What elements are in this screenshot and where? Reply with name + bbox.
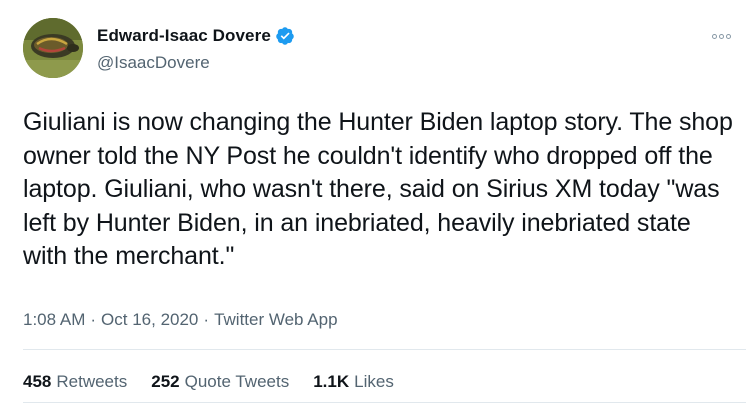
likes-label: Likes [354,372,394,391]
tweet-text: Giuliani is now changing the Hunter Bide… [23,108,733,270]
tweet-source[interactable]: Twitter Web App [214,310,337,330]
avatar[interactable] [23,18,83,78]
likes-count: 1.1K [313,372,350,391]
quote-tweets-stat[interactable]: 252 Quote Tweets [151,372,289,392]
tweet-date[interactable]: Oct 16, 2020 [101,310,198,330]
retweets-count: 458 [23,372,52,391]
divider [23,349,746,350]
meta-separator: · [90,310,97,329]
avatar-turtle-photo-icon [23,18,83,78]
retweets-label: Retweets [56,372,128,391]
retweets-stat[interactable]: 458 Retweets [23,372,127,392]
verified-badge-icon [275,26,295,46]
author-handle[interactable]: @IsaacDovere [97,53,210,73]
tweet-time[interactable]: 1:08 AM [23,310,85,330]
engagement-stats: 458 Retweets 252 Quote Tweets 1.1K Likes [23,372,418,392]
quote-tweets-count: 252 [151,372,180,391]
meta-separator: · [203,310,210,329]
quote-tweets-label: Quote Tweets [184,372,290,391]
more-options-icon[interactable] [709,28,733,44]
likes-stat[interactable]: 1.1K Likes [313,372,394,392]
tweet-card: Edward-Isaac Dovere @IsaacDovere Giulian… [0,0,746,403]
tweet-meta: 1:08 AM · Oct 16, 2020 · Twitter Web App [23,310,338,330]
author-name-row[interactable]: Edward-Isaac Dovere [97,26,295,46]
display-name[interactable]: Edward-Isaac Dovere [97,26,271,46]
